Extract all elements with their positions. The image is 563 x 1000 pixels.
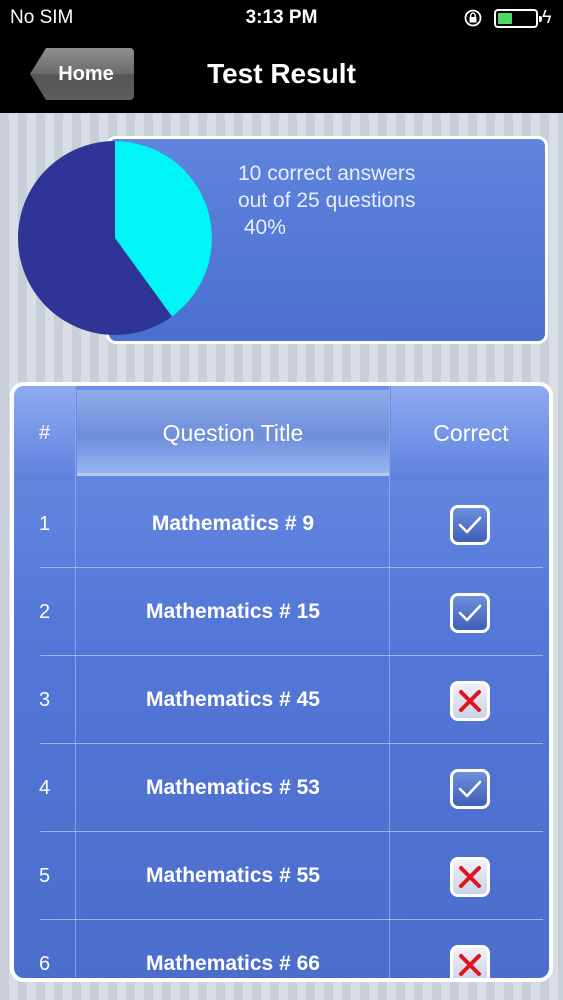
row-number: 2 [38,600,51,623]
table-row[interactable]: 1 Mathematics # 9 [14,480,549,568]
page-title: Test Result [207,58,356,89]
question-title: Mathematics # 66 [146,952,320,975]
row-number: 1 [38,512,51,535]
orientation-lock-icon [464,9,482,27]
row-number: 3 [38,688,51,711]
table-row[interactable]: 6 Mathematics # 66 [14,920,549,978]
table-header: # Question Title Correct [14,386,549,480]
red-x-icon [450,945,490,978]
summary-line-correct: 10 correct answers [238,162,416,185]
navigation-bar: Home Test Result [0,38,563,113]
table-row[interactable]: 5 Mathematics # 55 [14,832,549,920]
question-title: Mathematics # 15 [146,600,320,623]
summary-text: 10 correct answers out of 25 questions 4… [238,160,538,241]
row-number: 4 [38,776,51,799]
row-number: 5 [38,864,51,887]
question-title: Mathematics # 9 [151,512,315,535]
table-row[interactable]: 3 Mathematics # 45 [14,656,549,744]
question-title: Mathematics # 45 [146,688,320,711]
red-x-icon [450,857,490,897]
question-title: Mathematics # 55 [146,864,320,887]
table-row[interactable]: 2 Mathematics # 15 [14,568,549,656]
column-header-correct: Correct [391,386,549,480]
results-table: # Question Title Correct 1 Mathematics # … [10,382,553,982]
question-title: Mathematics # 53 [146,776,320,799]
red-x-icon [450,681,490,721]
status-bar: No SIM 3:13 PM ϟ [0,0,563,38]
checkmark-icon [450,505,490,545]
column-header-number: # [14,386,75,480]
checkmark-icon [450,593,490,633]
column-header-title[interactable]: Question Title [77,390,389,476]
table-row[interactable]: 4 Mathematics # 53 [14,744,549,832]
row-number: 6 [38,952,51,975]
summary-line-total: out of 25 questions [238,189,416,212]
battery-icon [494,9,542,28]
score-pie-chart [18,141,212,335]
summary-line-percent: 40% [238,216,286,239]
charging-bolt-icon: ϟ [542,7,552,27]
checkmark-icon [450,769,490,809]
